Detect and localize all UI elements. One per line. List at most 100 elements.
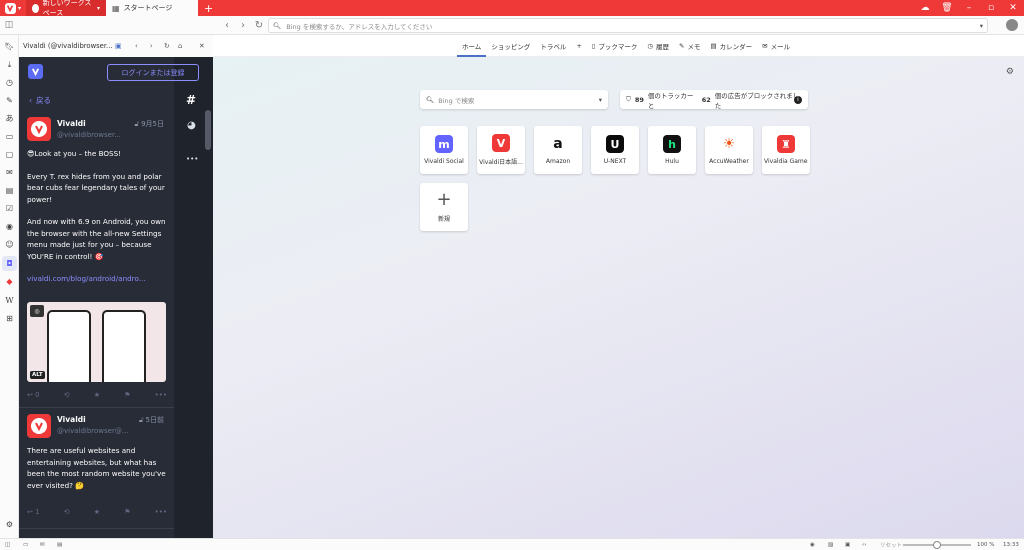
- cloud-sync-icon[interactable]: ☁: [914, 0, 936, 16]
- panel-toggle-icon[interactable]: ◫: [5, 541, 10, 549]
- panel-scrollbar[interactable]: [205, 110, 211, 150]
- window-icon[interactable]: ▭: [4, 131, 15, 142]
- page-actions-icon[interactable]: ‹›: [862, 541, 866, 549]
- address-input[interactable]: 🔍︎ Bing を検索するか、アドレスを入力してください ▾: [268, 18, 988, 33]
- history-icon[interactable]: ◷: [4, 77, 15, 88]
- new-tab-button[interactable]: +: [204, 2, 213, 15]
- panel-reload-button[interactable]: ↻: [164, 42, 170, 50]
- globe-icon[interactable]: ◕: [187, 120, 196, 131]
- wikipedia-icon[interactable]: W: [4, 295, 15, 306]
- mastodon-logo-icon[interactable]: [28, 64, 43, 79]
- reply-button[interactable]: ↩ 0: [27, 391, 40, 399]
- panel-toggle-icon[interactable]: ◫: [0, 16, 18, 35]
- profile-avatar[interactable]: [1006, 19, 1018, 31]
- settings-icon[interactable]: ⚙: [4, 519, 15, 530]
- phone-screenshot: [102, 310, 146, 382]
- capture-icon[interactable]: ◉: [810, 541, 815, 549]
- reload-button[interactable]: ↻: [250, 16, 268, 35]
- speed-dial-item[interactable]: U U-NEXT: [591, 126, 639, 174]
- speed-dial-label: AccuWeather: [709, 158, 749, 165]
- more-icon[interactable]: •••: [186, 155, 198, 163]
- settings-icon[interactable]: ⚙: [1006, 67, 1014, 77]
- add-speed-dial-button[interactable]: + 新規: [420, 183, 468, 231]
- nav-item[interactable]: ✎ メモ: [674, 35, 705, 57]
- minimize-button[interactable]: –: [958, 0, 980, 16]
- image-icon[interactable]: ▨: [828, 541, 833, 549]
- close-button[interactable]: ✕: [1002, 0, 1024, 16]
- contacts-icon[interactable]: ☺: [4, 239, 15, 250]
- tab-start-page[interactable]: ▦ スタートページ: [106, 0, 198, 16]
- speed-dial-item[interactable]: m Vivaldi Social: [420, 126, 468, 174]
- speed-dial-item[interactable]: ☀ AccuWeather: [705, 126, 753, 174]
- maximize-button[interactable]: ▫: [980, 0, 1002, 16]
- hide-media-icon[interactable]: ◎: [30, 305, 44, 317]
- post-link[interactable]: vivaldi.com/blog/android/andro...: [27, 273, 169, 285]
- more-icon[interactable]: •••: [155, 508, 167, 516]
- zoom-slider-handle[interactable]: [933, 541, 941, 549]
- nav-item[interactable]: ◷ 履歴: [642, 35, 674, 57]
- workspace-tab[interactable]: 新しいワークスペース ▾: [26, 0, 106, 17]
- nav-item[interactable]: ホーム: [457, 35, 487, 57]
- zoom-reset-label[interactable]: リセット: [880, 541, 902, 549]
- download-icon[interactable]: ⤓: [4, 59, 15, 70]
- notes-icon[interactable]: ✎: [4, 95, 15, 106]
- nav-item[interactable]: ショッピング: [486, 35, 535, 57]
- post-item[interactable]: Vivaldi @vivaldibrowser@... 🔓︎ 5日前 There …: [19, 408, 174, 529]
- feed-icon[interactable]: ◉: [4, 221, 15, 232]
- chat-icon[interactable]: ▢: [4, 149, 15, 160]
- chevron-down-icon[interactable]: ▾: [599, 96, 602, 104]
- boost-icon[interactable]: ⟲: [64, 508, 70, 516]
- mail-icon[interactable]: ✉: [4, 167, 15, 178]
- hashtag-icon[interactable]: #: [186, 93, 196, 107]
- translate-icon[interactable]: あ: [4, 113, 15, 124]
- avatar[interactable]: [27, 117, 51, 141]
- mail-icon[interactable]: ✉: [40, 541, 45, 549]
- zoom-slider[interactable]: [903, 541, 971, 549]
- chevron-down-icon[interactable]: ▾: [980, 22, 983, 30]
- mastodon-icon[interactable]: ◘: [2, 256, 17, 271]
- post-media-image[interactable]: ◎ ALT: [27, 302, 166, 382]
- reply-button[interactable]: ↩ 1: [27, 508, 40, 516]
- window-icon[interactable]: ▭: [23, 541, 28, 549]
- vivaldi-menu-button[interactable]: ▾: [0, 0, 26, 16]
- alt-badge[interactable]: ALT: [30, 371, 45, 379]
- calendar-icon[interactable]: ▤: [4, 185, 15, 196]
- speed-dial-item[interactable]: V Vivaldi日本語...: [477, 126, 525, 174]
- panel-back-button[interactable]: ‹: [135, 42, 138, 50]
- nav-item-label: カレンダー: [719, 42, 753, 51]
- speed-dial-item[interactable]: a Amazon: [534, 126, 582, 174]
- boost-icon[interactable]: ⟲: [64, 391, 70, 399]
- tasks-icon[interactable]: ☑: [4, 203, 15, 214]
- nav-item[interactable]: ▯ ブックマーク: [587, 35, 643, 57]
- nav-item[interactable]: ✉ メール: [757, 35, 795, 57]
- search-input[interactable]: 🔍︎ Bing で検索 ▾: [420, 90, 608, 109]
- nav-item[interactable]: ▤ カレンダー: [705, 35, 757, 57]
- nav-item[interactable]: +: [571, 35, 586, 57]
- panel-forward-button[interactable]: ›: [150, 42, 153, 50]
- bookmark-icon[interactable]: 🔖︎: [4, 41, 15, 52]
- add-panel-icon[interactable]: ⊞: [4, 313, 15, 324]
- login-button[interactable]: ログインまたは登録: [107, 64, 199, 81]
- bookmark-icon[interactable]: ⚑: [124, 391, 130, 399]
- nav-item[interactable]: トラベル: [535, 35, 571, 57]
- post-item[interactable]: Vivaldi @vivaldibrowser... 🔓︎ 9月5日 😎Look …: [19, 109, 174, 408]
- back-link[interactable]: ‹ 戻る: [29, 95, 51, 106]
- panel-close-button[interactable]: ✕: [199, 42, 205, 50]
- calendar-icon[interactable]: ▤: [57, 541, 62, 549]
- post-date: 🔓︎ 5日前: [139, 415, 164, 425]
- panel-home-button[interactable]: ⌂: [178, 42, 182, 50]
- tile-icon[interactable]: ▣: [845, 541, 850, 549]
- favourite-icon[interactable]: ★: [94, 391, 100, 399]
- favourite-icon[interactable]: ★: [94, 508, 100, 516]
- mobile-view-icon[interactable]: ▣: [115, 42, 121, 50]
- speed-dial-item[interactable]: ♜ Vivaldia Games: [762, 126, 810, 174]
- trash-icon[interactable]: 🗑: [936, 0, 958, 16]
- vivaldi-icon[interactable]: ◆: [4, 276, 15, 287]
- notes-icon: ✎: [679, 41, 685, 50]
- speed-dial-item[interactable]: h Hulu: [648, 126, 696, 174]
- avatar[interactable]: [27, 414, 51, 438]
- more-icon[interactable]: •••: [155, 391, 167, 399]
- tracker-block-summary[interactable]: ⛉ 89 個のトラッカーと 62 個の広告がブロックされました i: [620, 90, 808, 110]
- info-icon[interactable]: i: [794, 95, 802, 104]
- bookmark-icon[interactable]: ⚑: [124, 508, 130, 516]
